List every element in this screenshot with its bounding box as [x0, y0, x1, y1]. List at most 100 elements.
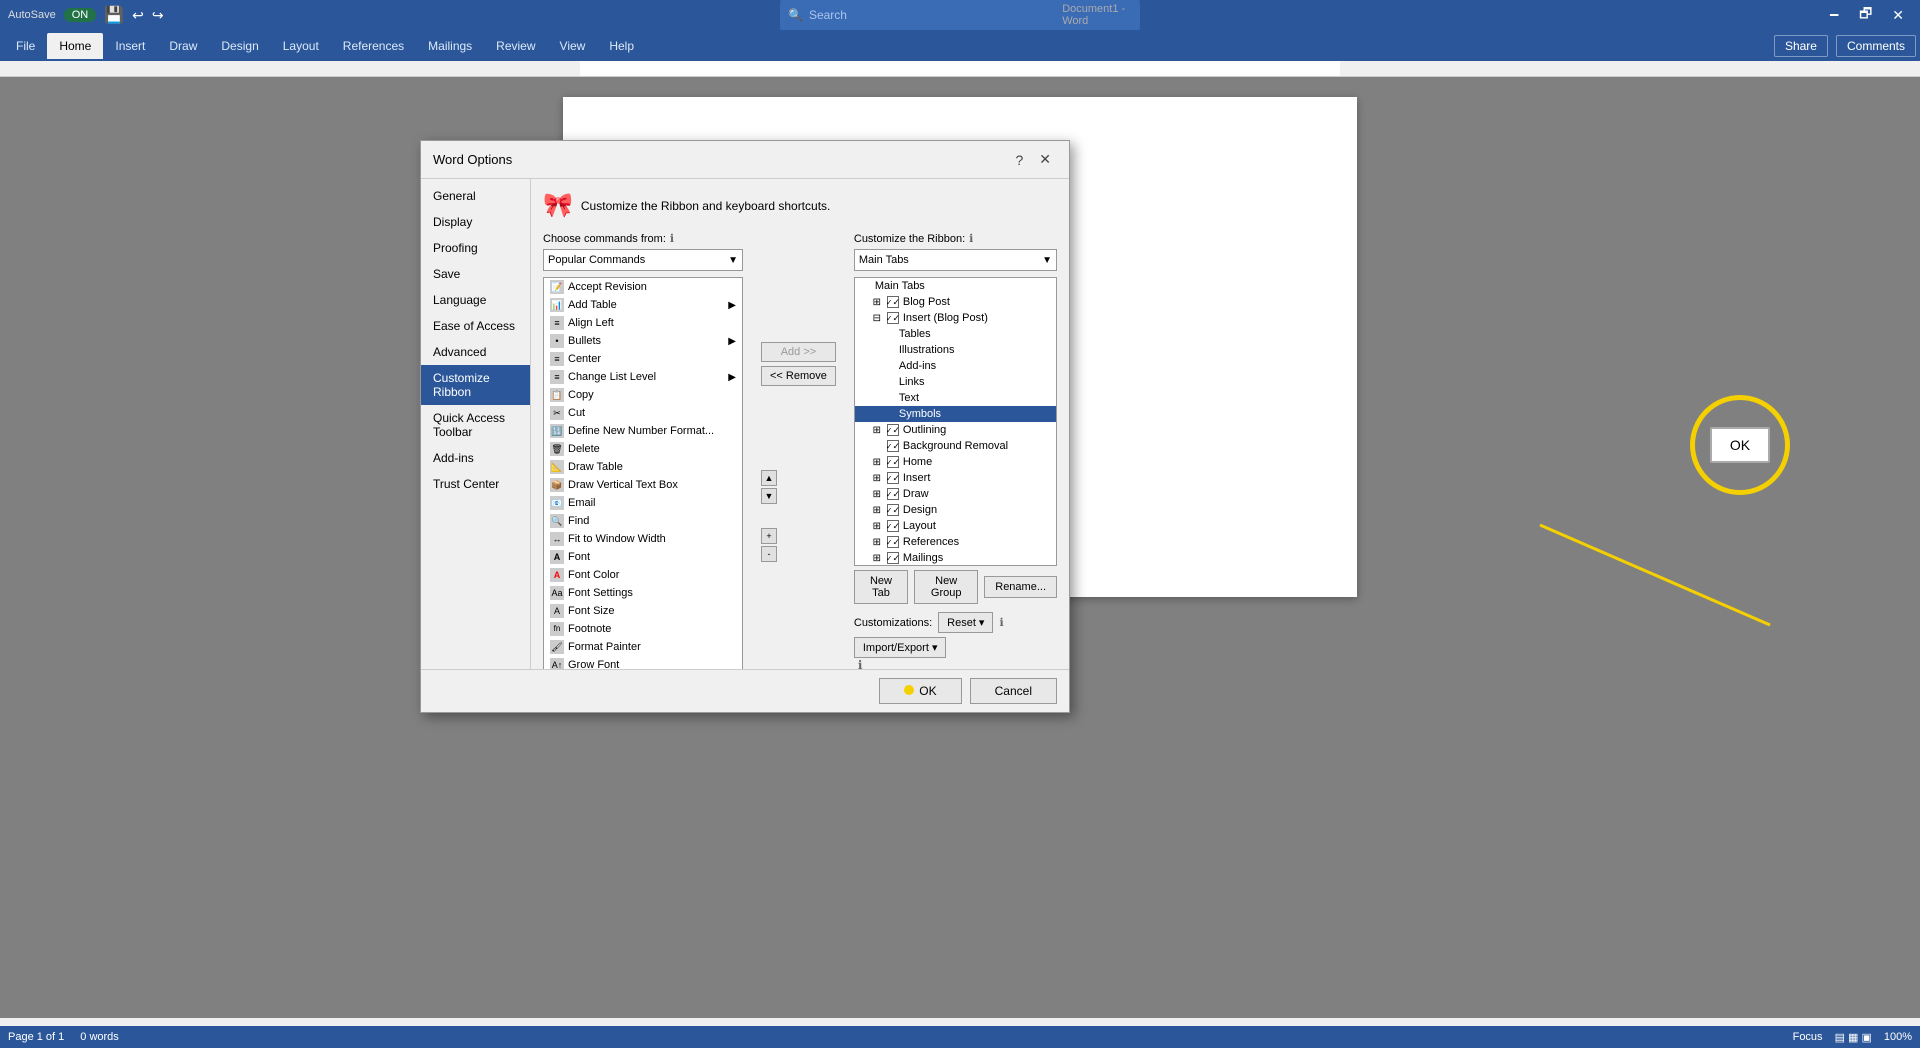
tree-add-ins-blog[interactable]: Add-ins: [855, 358, 1056, 374]
list-item-icon: fn: [550, 622, 564, 636]
list-item-icon: ≡: [550, 370, 564, 384]
tree-draw[interactable]: ⊞ ✓ Draw: [855, 486, 1056, 502]
list-item-font-color[interactable]: A Font Color: [544, 566, 742, 584]
sidebar-item-advanced[interactable]: Advanced: [421, 339, 530, 365]
sidebar-item-trust-center[interactable]: Trust Center: [421, 471, 530, 497]
tree-checkbox[interactable]: ✓: [887, 472, 899, 484]
list-item-delete[interactable]: 🗑 Delete: [544, 440, 742, 458]
list-item-copy[interactable]: 📋 Copy: [544, 386, 742, 404]
list-item-label: Bullets: [568, 335, 601, 347]
import-export-button[interactable]: Import/Export ▾: [854, 637, 947, 658]
remove-button[interactable]: << Remove: [761, 366, 836, 386]
tree-checkbox[interactable]: ✓: [887, 488, 899, 500]
tree-text[interactable]: Text: [855, 390, 1056, 406]
tree-outlining[interactable]: ⊞ ✓ Outlining: [855, 422, 1056, 438]
list-item-cut[interactable]: ✂ Cut: [544, 404, 742, 422]
cancel-button[interactable]: Cancel: [970, 678, 1057, 704]
tree-mailings[interactable]: ⊞ ✓ Mailings: [855, 550, 1056, 566]
list-item-center[interactable]: ≡ Center: [544, 350, 742, 368]
sidebar-item-customize-ribbon[interactable]: Customize Ribbon: [421, 365, 530, 405]
tree-layout[interactable]: ⊞ ✓ Layout: [855, 518, 1056, 534]
tree-home[interactable]: ⊞ ✓ Home: [855, 454, 1056, 470]
dialog-title: Word Options: [433, 152, 512, 167]
tree-checkbox[interactable]: ✓: [887, 504, 899, 516]
move-up-button[interactable]: ▲: [761, 470, 777, 486]
left-panel: Choose commands from: ℹ Popular Commands…: [543, 232, 743, 669]
tree-checkbox[interactable]: ✓: [887, 296, 899, 308]
collapse-button[interactable]: -: [761, 546, 777, 562]
dialog-help-button[interactable]: ?: [1009, 149, 1029, 170]
tree-design[interactable]: ⊞ ✓ Design: [855, 502, 1056, 518]
ribbon-tree[interactable]: Main Tabs ⊞ ✓ Blog Post ⊟ ✓: [854, 277, 1057, 566]
list-item-font-size[interactable]: A Font Size: [544, 602, 742, 620]
list-item-label: Change List Level: [568, 371, 656, 383]
commands-list[interactable]: 📝 Accept Revision 📊 Add Table ▶ ≡ Align …: [543, 277, 743, 669]
list-item-footnote[interactable]: fn Footnote: [544, 620, 742, 638]
tree-bg-removal[interactable]: ✓ Background Removal: [855, 438, 1056, 454]
commands-dropdown[interactable]: Popular Commands ▼: [543, 249, 743, 271]
list-item-draw-table[interactable]: 📐 Draw Table: [544, 458, 742, 476]
expand-icon: ⊞: [871, 537, 883, 548]
tree-checkbox[interactable]: ✓: [887, 536, 899, 548]
tree-symbols[interactable]: Symbols: [855, 406, 1056, 422]
ribbon-dropdown[interactable]: Main Tabs ▼: [854, 249, 1057, 271]
list-item-add-table[interactable]: 📊 Add Table ▶: [544, 296, 742, 314]
tree-references[interactable]: ⊞ ✓ References: [855, 534, 1056, 550]
sidebar-item-quick-access[interactable]: Quick Access Toolbar: [421, 405, 530, 445]
list-item-find[interactable]: 🔍 Find: [544, 512, 742, 530]
tree-insert-blog[interactable]: ⊟ ✓ Insert (Blog Post): [855, 310, 1056, 326]
list-item-fit-to-window[interactable]: ↔ Fit to Window Width: [544, 530, 742, 548]
tree-blog-post[interactable]: ⊞ ✓ Blog Post: [855, 294, 1056, 310]
choose-commands-info-icon: ℹ: [670, 232, 674, 245]
tree-main-tabs[interactable]: Main Tabs: [855, 278, 1056, 294]
list-item-label: Draw Table: [568, 461, 623, 473]
list-item-change-list-level[interactable]: ≡ Change List Level ▶: [544, 368, 742, 386]
list-item-align-left[interactable]: ≡ Align Left: [544, 314, 742, 332]
tree-checkbox[interactable]: ✓: [887, 424, 899, 436]
reorder-buttons: ▲ ▼: [761, 470, 836, 504]
list-item-format-painter[interactable]: 🖌 Format Painter: [544, 638, 742, 656]
tree-insert[interactable]: ⊞ ✓ Insert: [855, 470, 1056, 486]
list-item-icon: A: [550, 550, 564, 564]
add-button[interactable]: Add >>: [761, 342, 836, 362]
sidebar-item-language[interactable]: Language: [421, 287, 530, 313]
ok-indicator: [904, 685, 914, 695]
new-group-button[interactable]: New Group: [914, 570, 978, 604]
sidebar-item-display[interactable]: Display: [421, 209, 530, 235]
list-item-font-settings[interactable]: Aa Font Settings: [544, 584, 742, 602]
sidebar-item-ease-of-access[interactable]: Ease of Access: [421, 313, 530, 339]
ok-button[interactable]: OK: [879, 678, 962, 704]
new-tab-button[interactable]: New Tab: [854, 570, 908, 604]
sidebar-item-proofing[interactable]: Proofing: [421, 235, 530, 261]
list-item-draw-vertical[interactable]: 📦 Draw Vertical Text Box: [544, 476, 742, 494]
customize-ribbon-info-icon: ℹ: [969, 232, 973, 245]
tree-checkbox[interactable]: ✓: [887, 552, 899, 564]
list-item-font[interactable]: A Font: [544, 548, 742, 566]
list-item-email[interactable]: 📧 Email: [544, 494, 742, 512]
list-item-bullets[interactable]: • Bullets ▶: [544, 332, 742, 350]
tree-checkbox[interactable]: ✓: [887, 456, 899, 468]
move-down-button[interactable]: ▼: [761, 488, 777, 504]
tree-illustrations[interactable]: Illustrations: [855, 342, 1056, 358]
tree-tables[interactable]: Tables: [855, 326, 1056, 342]
list-item-grow-font[interactable]: A↑ Grow Font: [544, 656, 742, 669]
tree-checkbox[interactable]: ✓: [887, 440, 899, 452]
dialog-close-button[interactable]: ✕: [1033, 149, 1057, 170]
list-item-label: Add Table: [568, 299, 617, 311]
list-item-icon: Aa: [550, 586, 564, 600]
expand-button[interactable]: +: [761, 528, 777, 544]
tree-checkbox[interactable]: ✓: [887, 312, 899, 324]
sidebar-item-add-ins[interactable]: Add-ins: [421, 445, 530, 471]
reset-button[interactable]: Reset ▾: [938, 612, 993, 633]
expand-icon: ⊟: [871, 313, 883, 324]
tree-links[interactable]: Links: [855, 374, 1056, 390]
tree-label: Illustrations: [899, 344, 955, 356]
sidebar-item-save[interactable]: Save: [421, 261, 530, 287]
tree-label: Add-ins: [899, 360, 936, 372]
sidebar-item-general[interactable]: General: [421, 183, 530, 209]
list-item-accept-revision[interactable]: 📝 Accept Revision: [544, 278, 742, 296]
rename-button[interactable]: Rename...: [984, 576, 1057, 598]
ok-circle-button[interactable]: OK: [1710, 427, 1770, 463]
tree-checkbox[interactable]: ✓: [887, 520, 899, 532]
list-item-define-number-format[interactable]: 🔢 Define New Number Format...: [544, 422, 742, 440]
